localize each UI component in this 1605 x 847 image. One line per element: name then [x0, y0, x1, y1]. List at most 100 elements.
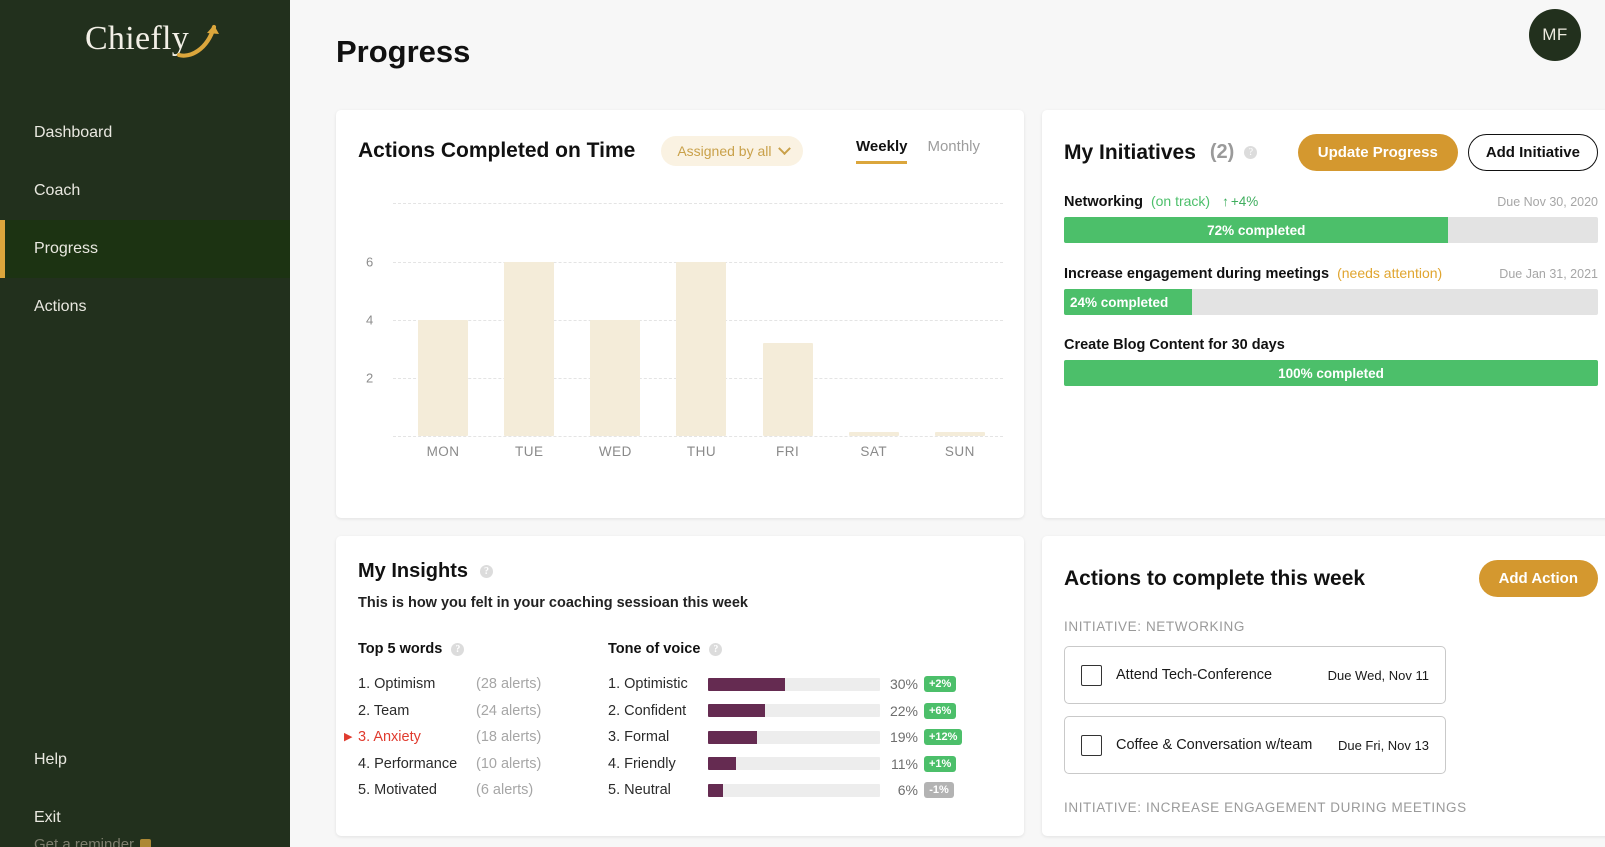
action-checkbox[interactable] [1081, 735, 1102, 756]
chart-bar[interactable] [763, 343, 813, 436]
avatar[interactable]: MF [1529, 9, 1581, 61]
initiative-status: (on track) [1151, 193, 1210, 209]
initiative-item[interactable]: Increase engagement during meetings(need… [1064, 265, 1598, 315]
tone-row: 4. Friendly11%+1% [608, 751, 1002, 778]
sidebar-item-dashboard[interactable]: Dashboard [0, 104, 290, 162]
chart-x-label: SUN [917, 444, 1003, 459]
chart-bar[interactable] [849, 432, 899, 436]
initiative-item[interactable]: Create Blog Content for 30 days100% comp… [1064, 337, 1598, 386]
initiative-progress-label: 100% completed [1270, 366, 1392, 381]
avatar-initials: MF [1542, 25, 1568, 45]
info-icon[interactable]: ? [451, 643, 464, 656]
assigned-by-dropdown[interactable]: Assigned by all [661, 136, 803, 166]
add-action-button[interactable]: Add Action [1479, 560, 1598, 597]
tone-row: 3. Formal19%+12% [608, 724, 1002, 751]
action-due-date: Due Fri, Nov 13 [1338, 738, 1429, 753]
tone-bar-track [708, 731, 880, 744]
tone-delta-badge: +6% [924, 703, 956, 719]
sidebar-clipped-row[interactable]: Get a reminder [34, 836, 151, 847]
initiative-meta-row: Increase engagement during meetings(need… [1064, 265, 1598, 282]
top-words-label: Top 5 words [358, 641, 442, 657]
arrow-up-icon: ↑ [1222, 194, 1229, 209]
top-word-alerts: (6 alerts) [476, 782, 533, 798]
chart-bar-slot [572, 186, 658, 436]
chart-bar[interactable] [935, 432, 985, 436]
chart-header: Actions Completed on Time Assigned by al… [358, 136, 1002, 166]
tone-row: 5. Neutral6%-1% [608, 777, 1002, 804]
tone-percent: 11% [880, 756, 924, 772]
topbar: Progress MF [290, 0, 1605, 86]
flag-icon: ▶ [344, 730, 352, 743]
chart-x-label: MON [400, 444, 486, 459]
top-word-row: 5. Motivated(6 alerts) [358, 777, 608, 804]
top-word-row: ▶3. Anxiety(18 alerts) [358, 724, 608, 751]
top-word-alerts: (28 alerts) [476, 676, 541, 692]
chart-bar-slot [486, 186, 572, 436]
bar-chart: 246 MONTUEWEDTHUFRISATSUN [358, 186, 1003, 436]
initiatives-list: Networking(on track)↑+4%Due Nov 30, 2020… [1064, 193, 1598, 386]
chart-bar-slot [831, 186, 917, 436]
chart-x-label: TUE [486, 444, 572, 459]
sidebar-item-help[interactable]: Help [0, 731, 290, 789]
action-name: Coffee & Conversation w/team [1116, 737, 1312, 753]
chart-bar[interactable] [504, 262, 554, 436]
tone-row: 1. Optimistic30%+2% [608, 671, 1002, 698]
chart-bar[interactable] [676, 262, 726, 436]
tone-delta-badge: +2% [924, 676, 956, 692]
info-icon[interactable]: ? [480, 565, 493, 578]
upward-arrow-icon [176, 14, 224, 60]
initiative-progress-fill: 24% completed [1064, 289, 1192, 315]
info-icon[interactable]: ? [1244, 146, 1257, 159]
action-checkbox[interactable] [1081, 665, 1102, 686]
initiatives-header: My Initiatives (2) ? Update Progress Add… [1064, 134, 1598, 171]
initiative-item[interactable]: Networking(on track)↑+4%Due Nov 30, 2020… [1064, 193, 1598, 243]
left-column: Actions Completed on Time Assigned by al… [336, 110, 1024, 836]
chart-bar[interactable] [418, 320, 468, 436]
assigned-by-label: Assigned by all [677, 143, 771, 159]
sidebar-clipped-label: Get a reminder [34, 836, 134, 847]
tone-bar-fill [708, 704, 765, 717]
action-name: Attend Tech-Conference [1116, 667, 1272, 683]
update-progress-button[interactable]: Update Progress [1298, 134, 1458, 171]
initiatives-title: My Initiatives [1064, 141, 1196, 165]
main-content: Progress MF Actions Completed on Time As… [290, 0, 1605, 847]
action-item[interactable]: Coffee & Conversation w/team Due Fri, Nov… [1064, 716, 1446, 774]
chart-x-label: FRI [745, 444, 831, 459]
sidebar-item-label: Coach [34, 182, 80, 200]
sidebar-nav: Dashboard Coach Progress Actions [0, 104, 290, 336]
sidebar-item-progress[interactable]: Progress [0, 220, 290, 278]
top-word-alerts: (10 alerts) [476, 756, 541, 772]
top-words-list: 1. Optimism(28 alerts)2. Team(24 alerts)… [358, 671, 608, 804]
tab-monthly[interactable]: Monthly [927, 138, 980, 161]
tone-percent: 6% [880, 782, 924, 798]
tab-weekly[interactable]: Weekly [856, 138, 907, 164]
tone-bar-track [708, 784, 880, 797]
actions-card: Actions to complete this week Add Action… [1042, 536, 1605, 836]
sidebar-item-label: Exit [34, 809, 61, 827]
sidebar-item-label: Actions [34, 298, 86, 316]
action-item[interactable]: Attend Tech-ConferenceDue Wed, Nov 11 [1064, 646, 1446, 704]
initiative-delta: ↑+4% [1222, 194, 1258, 209]
tone-bar-track [708, 704, 880, 717]
tone-percent: 19% [880, 729, 924, 745]
sidebar-item-coach[interactable]: Coach [0, 162, 290, 220]
initiative-progress-track: 24% completed [1064, 289, 1598, 315]
tone-bar-fill [708, 678, 785, 691]
top-words-column: Top 5 words ? 1. Optimism(28 alerts)2. T… [358, 641, 608, 804]
top-word-alerts: (18 alerts) [476, 729, 541, 745]
logo[interactable]: Chiefly [0, 0, 290, 86]
info-icon[interactable]: ? [709, 643, 722, 656]
sidebar-item-actions[interactable]: Actions [0, 278, 290, 336]
chart-bar-slot [658, 186, 744, 436]
initiatives-card: My Initiatives (2) ? Update Progress Add… [1042, 110, 1605, 518]
chart-bar-slot [745, 186, 831, 436]
right-column: My Initiatives (2) ? Update Progress Add… [1042, 110, 1605, 836]
top-word-row: 2. Team(24 alerts) [358, 698, 608, 725]
chart-bar[interactable] [590, 320, 640, 436]
initiative-name: Increase engagement during meetings [1064, 266, 1329, 282]
chart-baseline [393, 436, 1003, 437]
add-initiative-button[interactable]: Add Initiative [1468, 134, 1598, 171]
initiative-delta-value: +4% [1231, 194, 1258, 209]
top-word-row: 4. Performance(10 alerts) [358, 751, 608, 778]
top-word-label: 4. Performance [358, 756, 476, 772]
